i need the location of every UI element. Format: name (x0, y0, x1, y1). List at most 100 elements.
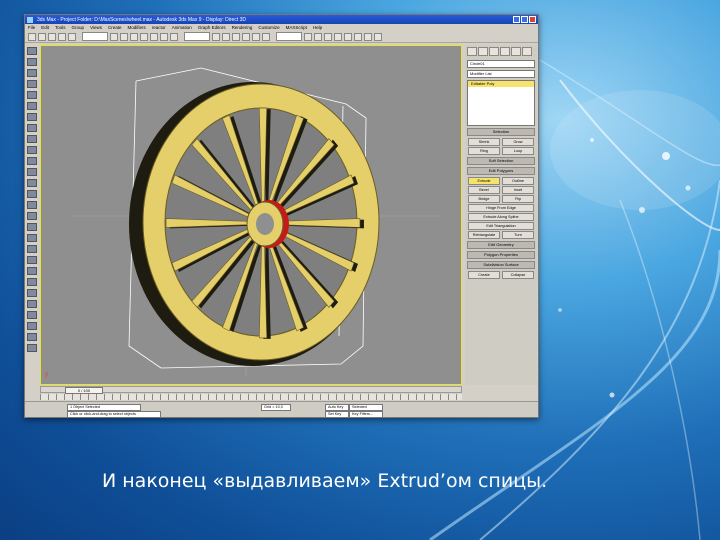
collapse-button[interactable]: Collapse (502, 271, 534, 279)
render-setup-icon[interactable] (364, 32, 372, 41)
rollout-edit-polygons[interactable]: Edit Polygons (467, 167, 535, 175)
curve-editor-icon[interactable] (334, 32, 342, 41)
tool-icon[interactable] (27, 190, 37, 198)
tool-icon[interactable] (27, 179, 37, 187)
tool-icon[interactable] (27, 91, 37, 99)
rollout-subdivision[interactable]: Subdivision Surface (467, 261, 535, 269)
create-tab-icon[interactable] (467, 47, 477, 56)
menu-group[interactable]: Group (72, 25, 85, 30)
tool-icon[interactable] (27, 223, 37, 231)
rollout-selection[interactable]: Selection (467, 128, 535, 136)
tool-icon[interactable] (27, 135, 37, 143)
hinge-from-edge-button[interactable]: Hinge From Edge (468, 204, 534, 212)
manipulate-icon[interactable] (222, 32, 230, 41)
menu-edit[interactable]: Edit (41, 25, 49, 30)
tool-icon[interactable] (27, 234, 37, 242)
rollout-polygon-properties[interactable]: Polygon Properties (467, 251, 535, 259)
bridge-button[interactable]: Bridge (468, 195, 500, 203)
angle-snap-icon[interactable] (242, 32, 250, 41)
tool-icon[interactable] (27, 146, 37, 154)
rollout-soft-selection[interactable]: Soft Selection (467, 157, 535, 165)
modifier-list-dropdown[interactable]: Modifier List (467, 70, 535, 78)
utilities-tab-icon[interactable] (522, 47, 532, 56)
inset-button[interactable]: Inset (502, 186, 534, 194)
tool-icon[interactable] (27, 102, 37, 110)
select-by-name-icon[interactable] (120, 32, 128, 41)
tool-icon[interactable] (27, 300, 37, 308)
edit-triangulation-button[interactable]: Edit Triangulation (468, 222, 534, 230)
unlink-icon[interactable] (58, 32, 66, 41)
align-icon[interactable] (314, 32, 322, 41)
tool-icon[interactable] (27, 245, 37, 253)
perspective-viewport[interactable]: y (40, 45, 462, 385)
shrink-button[interactable]: Shrink (468, 138, 500, 146)
tool-icon[interactable] (27, 311, 37, 319)
menu-graph-editors[interactable]: Graph Editors (198, 25, 226, 30)
redo-icon[interactable] (38, 32, 46, 41)
tool-icon[interactable] (27, 124, 37, 132)
percent-snap-icon[interactable] (252, 32, 260, 41)
reference-coord-dropdown[interactable] (184, 32, 210, 41)
schematic-view-icon[interactable] (344, 32, 352, 41)
tool-icon[interactable] (27, 157, 37, 165)
material-editor-icon[interactable] (354, 32, 362, 41)
tool-icon[interactable] (27, 113, 37, 121)
motion-tab-icon[interactable] (500, 47, 510, 56)
tool-icon[interactable] (27, 256, 37, 264)
tool-icon[interactable] (27, 201, 37, 209)
extrude-button[interactable]: Extrude (468, 177, 500, 185)
grow-button[interactable]: Grow (502, 138, 534, 146)
tool-icon[interactable] (27, 267, 37, 275)
tool-icon[interactable] (27, 289, 37, 297)
spinner-snap-icon[interactable] (262, 32, 270, 41)
time-slider[interactable]: 0 / 100 (40, 386, 462, 394)
tool-icon[interactable] (27, 69, 37, 77)
ring-button[interactable]: Ring (468, 147, 500, 155)
menu-animation[interactable]: Animation (172, 25, 192, 30)
menu-file[interactable]: File (28, 25, 35, 30)
extrude-along-spline-button[interactable]: Extrude Along Spline (468, 213, 534, 221)
menu-views[interactable]: Views (90, 25, 102, 30)
window-crossing-icon[interactable] (140, 32, 148, 41)
set-key-button[interactable]: Set Key (325, 411, 349, 417)
track-bar[interactable] (40, 394, 462, 400)
time-slider-handle[interactable]: 0 / 100 (65, 387, 103, 394)
stack-item-editable-poly[interactable]: Editable Poly (468, 81, 534, 87)
bind-icon[interactable] (68, 32, 76, 41)
rotate-icon[interactable] (160, 32, 168, 41)
pivot-icon[interactable] (212, 32, 220, 41)
selection-filter-dropdown[interactable] (82, 32, 108, 41)
menu-reactor[interactable]: reactor (152, 25, 166, 30)
rollout-edit-geometry[interactable]: Edit Geometry (467, 241, 535, 249)
snap-icon[interactable] (232, 32, 240, 41)
modify-tab-icon[interactable] (478, 47, 488, 56)
menu-create[interactable]: Create (108, 25, 122, 30)
object-name-field[interactable]: Circle01 (467, 60, 535, 68)
hierarchy-tab-icon[interactable] (489, 47, 499, 56)
loop-button[interactable]: Loop (502, 147, 534, 155)
create-button[interactable]: Create (468, 271, 500, 279)
menu-maxscript[interactable]: MAXScript (286, 25, 307, 30)
maximize-button[interactable] (521, 16, 528, 23)
menu-help[interactable]: Help (313, 25, 322, 30)
key-filters-button[interactable]: Key Filters... (349, 411, 383, 417)
menu-customize[interactable]: Customize (258, 25, 279, 30)
tool-icon[interactable] (27, 47, 37, 55)
flip-button[interactable]: Flip (502, 195, 534, 203)
tool-icon[interactable] (27, 80, 37, 88)
tool-icon[interactable] (27, 333, 37, 341)
undo-icon[interactable] (28, 32, 36, 41)
close-button[interactable] (529, 16, 536, 23)
select-icon[interactable] (110, 32, 118, 41)
link-icon[interactable] (48, 32, 56, 41)
named-selection-dropdown[interactable] (276, 32, 302, 41)
layer-icon[interactable] (324, 32, 332, 41)
tool-icon[interactable] (27, 322, 37, 330)
move-icon[interactable] (150, 32, 158, 41)
region-select-icon[interactable] (130, 32, 138, 41)
minimize-button[interactable] (513, 16, 520, 23)
display-tab-icon[interactable] (511, 47, 521, 56)
tool-icon[interactable] (27, 212, 37, 220)
menu-rendering[interactable]: Rendering (232, 25, 253, 30)
retriangulate-button[interactable]: Retriangulate (468, 231, 500, 239)
